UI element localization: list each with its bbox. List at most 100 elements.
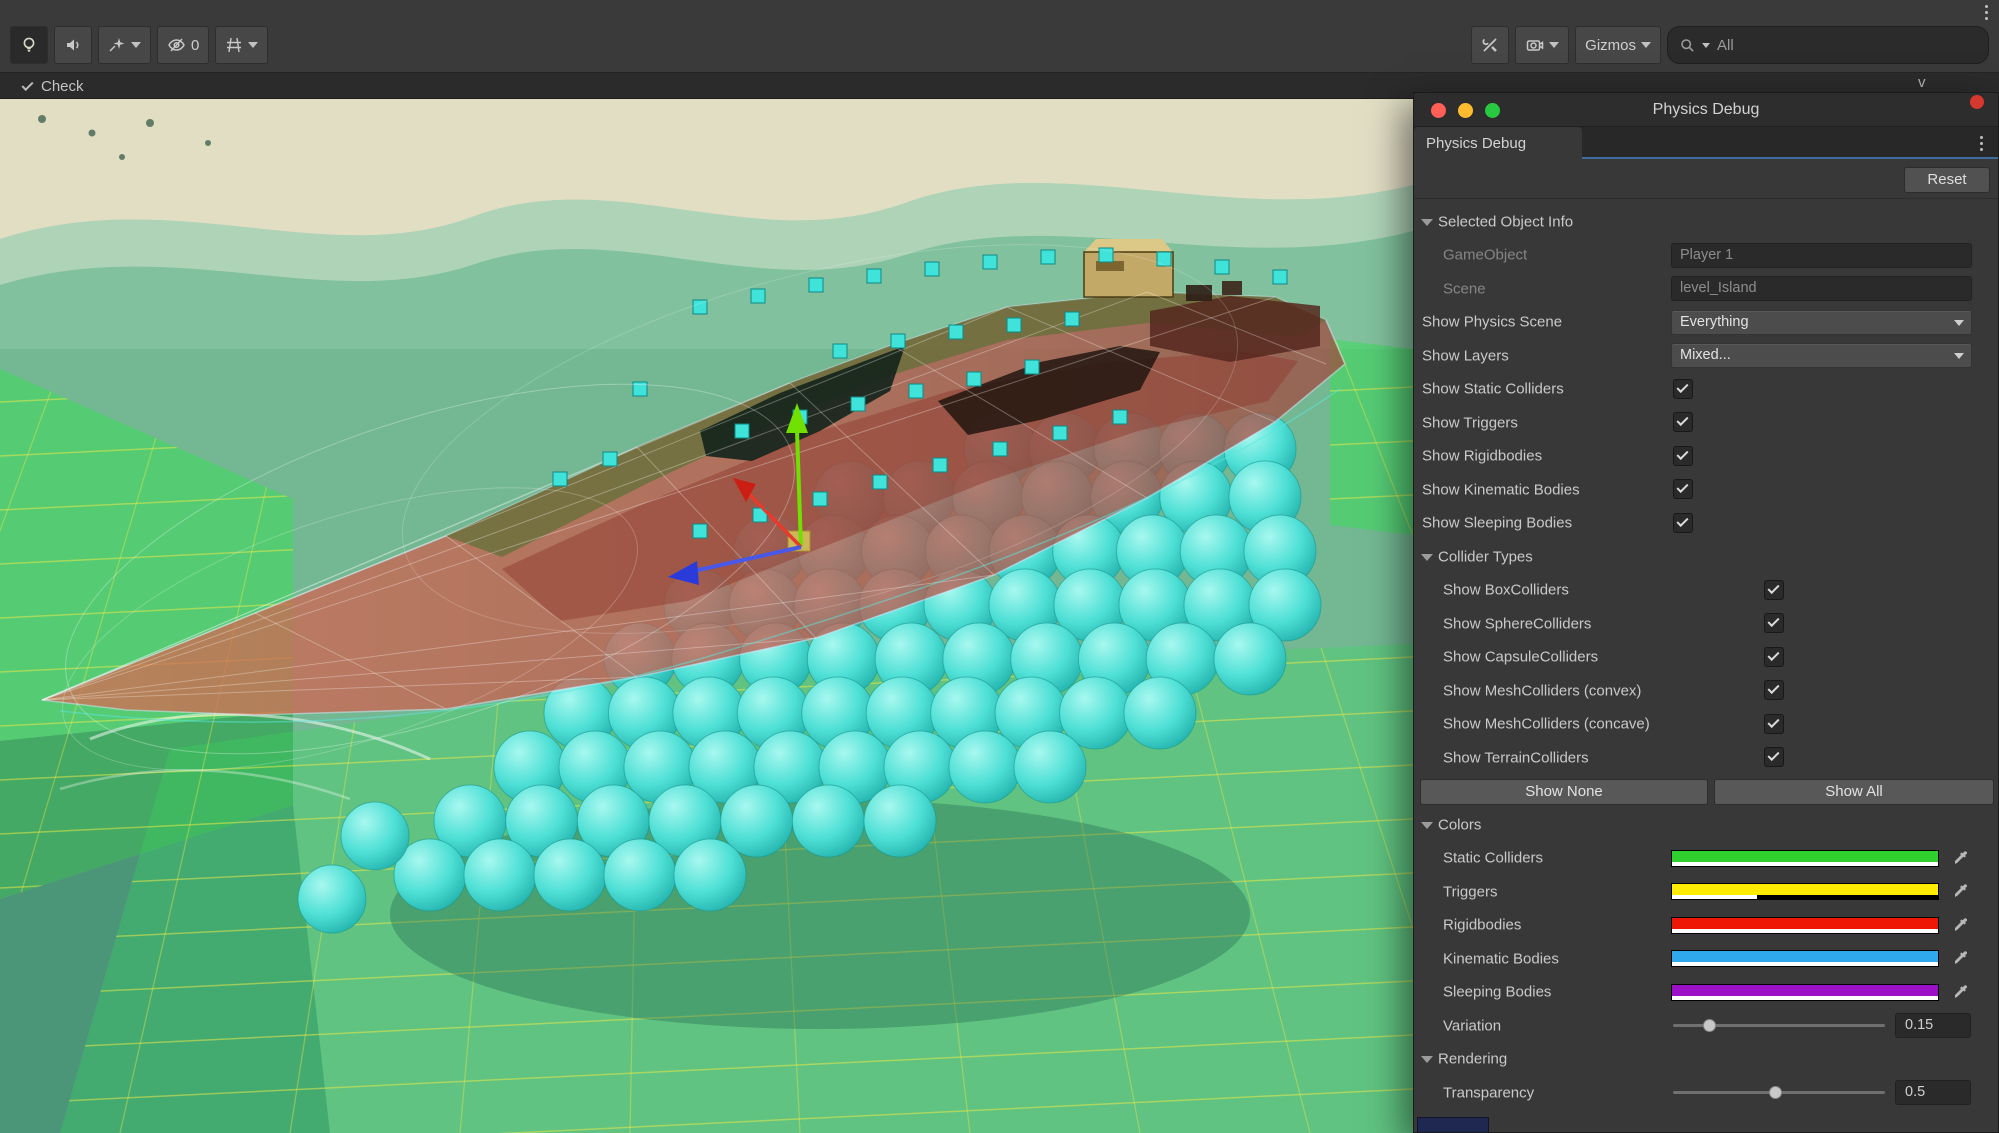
show-layers-label: Show Layers xyxy=(1422,347,1509,364)
reset-button[interactable]: Reset xyxy=(1904,167,1990,193)
toggle-label: Show Static Colliders xyxy=(1422,381,1564,398)
show-boxcolliders-checkbox[interactable] xyxy=(1764,580,1784,600)
transparency-value-field[interactable]: 0.5 xyxy=(1895,1080,1971,1105)
toolbar-left-group: 0 xyxy=(10,26,268,64)
variation-value-field[interactable]: 0.15 xyxy=(1895,1013,1971,1038)
show-meshcolliders-convex-checkbox[interactable] xyxy=(1764,680,1784,700)
customize-tools-button[interactable] xyxy=(1471,26,1509,64)
chevron-down-icon[interactable] xyxy=(1549,42,1559,48)
eyedropper-icon[interactable] xyxy=(1952,849,1970,867)
hidden-objects-button[interactable]: 0 xyxy=(157,26,209,64)
toggle-label: Show MeshColliders (convex) xyxy=(1443,682,1641,699)
show-all-button[interactable]: Show All xyxy=(1714,779,1994,805)
eyedropper-icon[interactable] xyxy=(1952,983,1970,1001)
colors-header[interactable]: Colors xyxy=(1414,808,1998,842)
scene-view-toolbar: 0 Gizmos All xyxy=(0,0,1999,73)
transparency-slider[interactable] xyxy=(1673,1091,1885,1094)
show-rigidbodies-checkbox[interactable] xyxy=(1673,446,1693,466)
scene-label: Scene xyxy=(1443,280,1486,297)
scene-viewport[interactable] xyxy=(0,99,1413,1133)
scene-camera-button[interactable] xyxy=(1515,26,1569,64)
show-meshcolliders-concave-checkbox[interactable] xyxy=(1764,714,1784,734)
scene-audio-button[interactable] xyxy=(54,26,92,64)
toggle-label: Show MeshColliders (concave) xyxy=(1443,716,1650,733)
eyedropper-icon[interactable] xyxy=(1952,882,1970,900)
search-filter-caret-icon[interactable] xyxy=(1702,43,1710,48)
show-sleeping-bodies-checkbox[interactable] xyxy=(1673,513,1693,533)
kinematic-bodies-color-swatch[interactable] xyxy=(1671,950,1939,967)
chevron-down-icon[interactable] xyxy=(131,42,141,48)
tab-label: Physics Debug xyxy=(1426,135,1526,152)
foldout-triangle-icon[interactable] xyxy=(1421,1056,1433,1063)
foldout-triangle-icon[interactable] xyxy=(1421,554,1433,561)
rendering-header[interactable]: Rendering xyxy=(1414,1043,1998,1077)
check-icon xyxy=(1767,581,1779,593)
show-capsulecolliders-checkbox[interactable] xyxy=(1764,647,1784,667)
scene-effects-button[interactable] xyxy=(98,26,151,64)
close-button[interactable] xyxy=(1431,103,1446,118)
maximize-button[interactable] xyxy=(1485,103,1500,118)
foldout-triangle-icon[interactable] xyxy=(1421,822,1433,829)
color-label: Rigidbodies xyxy=(1443,917,1521,934)
gameobject-field[interactable]: Player 1 xyxy=(1671,243,1972,268)
scene-render xyxy=(0,99,1413,1133)
gizmos-label: Gizmos xyxy=(1585,37,1636,54)
tab-physics-debug[interactable]: Physics Debug xyxy=(1414,127,1582,159)
dropdown-value: Everything xyxy=(1680,314,1749,330)
collapsed-panel-marker[interactable]: v xyxy=(1918,74,1926,91)
window-titlebar[interactable]: Physics Debug xyxy=(1414,93,1998,127)
show-none-button[interactable]: Show None xyxy=(1420,779,1708,805)
physics-debug-window: Physics Debug Physics Debug Reset Select… xyxy=(1413,92,1999,1133)
selected-object-info-header[interactable]: Selected Object Info xyxy=(1414,205,1998,239)
slider-handle[interactable] xyxy=(1769,1086,1782,1099)
unity-editor: 0 Gizmos All xyxy=(0,0,1999,1133)
check-icon xyxy=(1676,447,1688,459)
check-icon xyxy=(1767,715,1779,727)
check-toggle[interactable]: Check xyxy=(22,73,84,99)
search-value: All xyxy=(1717,37,1734,54)
check-icon xyxy=(1676,481,1688,493)
camera-icon xyxy=(1525,36,1544,54)
scene-search-input[interactable]: All xyxy=(1667,26,1989,64)
show-layers-dropdown[interactable]: Mixed... xyxy=(1671,343,1972,368)
window-menu-icon[interactable] xyxy=(1974,136,1988,151)
show-kinematic-bodies-checkbox[interactable] xyxy=(1673,479,1693,499)
static-colliders-color-swatch[interactable] xyxy=(1671,850,1939,867)
check-icon xyxy=(1767,749,1779,761)
minimize-button[interactable] xyxy=(1458,103,1473,118)
section-label: Colors xyxy=(1438,816,1481,833)
show-static-colliders-checkbox[interactable] xyxy=(1673,379,1693,399)
color-label: Sleeping Bodies xyxy=(1443,984,1551,1001)
grid-visibility-button[interactable] xyxy=(215,26,268,64)
show-layers-row: Show Layers Mixed... xyxy=(1414,339,1998,373)
grid-icon xyxy=(225,36,243,54)
physics-debug-content: Selected Object Info GameObject Player 1… xyxy=(1414,205,1998,1132)
toggle-label: Show Rigidbodies xyxy=(1422,448,1542,465)
scene-lighting-button[interactable] xyxy=(10,26,48,64)
show-physics-scene-dropdown[interactable]: Everything xyxy=(1671,310,1972,335)
triggers-color-swatch[interactable] xyxy=(1671,883,1939,900)
toggle-label: Show CapsuleColliders xyxy=(1443,649,1598,666)
color-label: Static Colliders xyxy=(1443,850,1543,867)
gizmos-dropdown[interactable]: Gizmos xyxy=(1575,26,1661,64)
slider-handle[interactable] xyxy=(1703,1019,1716,1032)
collider-types-header[interactable]: Collider Types xyxy=(1414,540,1998,574)
foldout-triangle-icon[interactable] xyxy=(1421,219,1433,226)
kinematic-bodies-color-row: Kinematic Bodies xyxy=(1414,942,1998,976)
chevron-down-icon[interactable] xyxy=(248,42,258,48)
toolbar-menu-icon[interactable] xyxy=(1979,5,1993,20)
show-terraincolliders-checkbox[interactable] xyxy=(1764,747,1784,767)
toolbar-right-group: Gizmos All xyxy=(1471,26,1989,64)
show-meshcolliders-concave-row: Show MeshColliders (concave) xyxy=(1414,708,1998,742)
show-triggers-checkbox[interactable] xyxy=(1673,412,1693,432)
show-spherecolliders-checkbox[interactable] xyxy=(1764,613,1784,633)
variation-slider[interactable] xyxy=(1673,1024,1885,1027)
eyedropper-icon[interactable] xyxy=(1952,916,1970,934)
scene-field[interactable]: level_Island xyxy=(1671,276,1972,301)
rigidbodies-color-swatch[interactable] xyxy=(1671,917,1939,934)
sleeping-bodies-color-swatch[interactable] xyxy=(1671,984,1939,1001)
eyedropper-icon[interactable] xyxy=(1952,949,1970,967)
transparency-label: Transparency xyxy=(1443,1084,1534,1101)
hidden-objects-count: 0 xyxy=(191,37,199,54)
show-kinematic-bodies-row: Show Kinematic Bodies xyxy=(1414,473,1998,507)
